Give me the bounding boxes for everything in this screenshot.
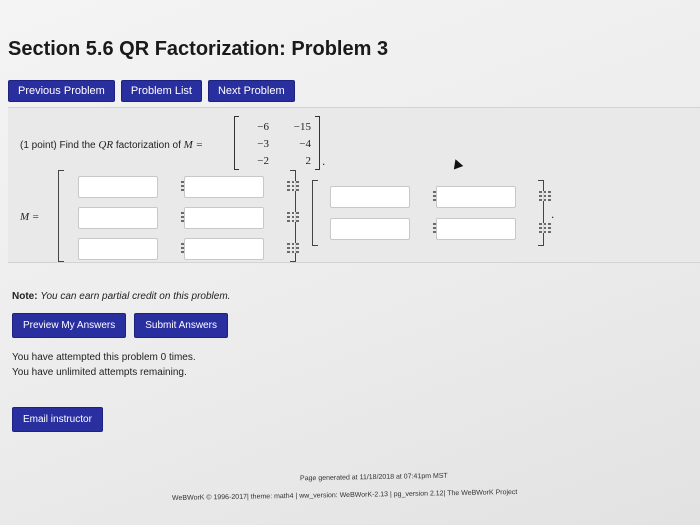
prompt-m-equals: M = [183, 139, 204, 151]
attempts-remaining: You have unlimited attempts remaining. [12, 367, 187, 378]
r-input-1-2[interactable] [436, 186, 551, 208]
previous-problem-button[interactable]: Previous Problem [8, 80, 115, 102]
answer-period: . [551, 207, 555, 221]
attempts-count: You have attempted this problem 0 times. [12, 352, 196, 363]
r-bracket-right [538, 180, 544, 246]
r-input-2-1[interactable] [330, 218, 445, 240]
next-problem-button[interactable]: Next Problem [207, 80, 295, 102]
matrix-entry: −6 [257, 121, 269, 133]
r-input-2-2[interactable] [436, 218, 551, 240]
problem-box: (1 point) Find the QR factorization of M… [8, 107, 700, 263]
q-input-1-1[interactable] [78, 176, 193, 198]
answer-actions: Preview My Answers Submit Answers [12, 313, 228, 338]
page-title: Section 5.6 QR Factorization: Problem 3 [8, 38, 389, 60]
matrix-entry: −2 [257, 155, 269, 167]
prompt-points: (1 point) Find the [20, 140, 96, 151]
q-bracket-left [58, 170, 64, 262]
footer-credits: WeBWorK © 1996-2017| theme: math4 | ww_v… [171, 488, 518, 503]
prompt-factorization: factorization of [115, 140, 181, 151]
partial-credit-note: Note: You can earn partial credit on thi… [12, 291, 230, 302]
note-label: Note: [12, 291, 38, 302]
r-bracket-left [312, 180, 318, 246]
matrix-entry: −15 [293, 121, 311, 133]
note-text: You can earn partial credit on this prob… [40, 291, 231, 302]
q-input-2-1[interactable] [78, 207, 193, 229]
q-input-1-2[interactable] [184, 176, 299, 198]
matrix-entry: −4 [299, 138, 311, 150]
problem-prompt: (1 point) Find the QR factorization of M… [20, 139, 203, 151]
submit-answers-button[interactable]: Submit Answers [134, 313, 228, 338]
matrix-grid-icon[interactable] [539, 191, 551, 201]
problem-list-button[interactable]: Problem List [120, 80, 202, 102]
matrix-entry: 2 [305, 155, 312, 167]
matrix-grid-icon[interactable] [287, 212, 299, 222]
matrix-grid-icon[interactable] [287, 243, 299, 253]
answer-m-label: M = [20, 211, 40, 223]
preview-answers-button[interactable]: Preview My Answers [12, 313, 127, 338]
prompt-period: . [322, 154, 326, 168]
page-generated-text: Page generated at 11/18/2018 at 07:41pm … [299, 472, 448, 483]
given-matrix: −6 −15 −3 −4 −2 2 [234, 116, 320, 170]
prompt-qr: QR [98, 139, 114, 151]
q-input-2-2[interactable] [184, 207, 299, 229]
q-input-3-1[interactable] [78, 238, 193, 260]
email-instructor-button[interactable]: Email instructor [12, 407, 103, 432]
matrix-grid-icon[interactable] [287, 181, 299, 191]
matrix-grid-icon[interactable] [539, 223, 551, 233]
attempts-info: You have attempted this problem 0 times.… [12, 350, 196, 380]
matrix-entry: −3 [257, 138, 269, 150]
q-input-3-2[interactable] [184, 238, 299, 260]
problem-nav: Previous Problem Problem List Next Probl… [8, 80, 295, 102]
r-input-1-1[interactable] [330, 186, 445, 208]
